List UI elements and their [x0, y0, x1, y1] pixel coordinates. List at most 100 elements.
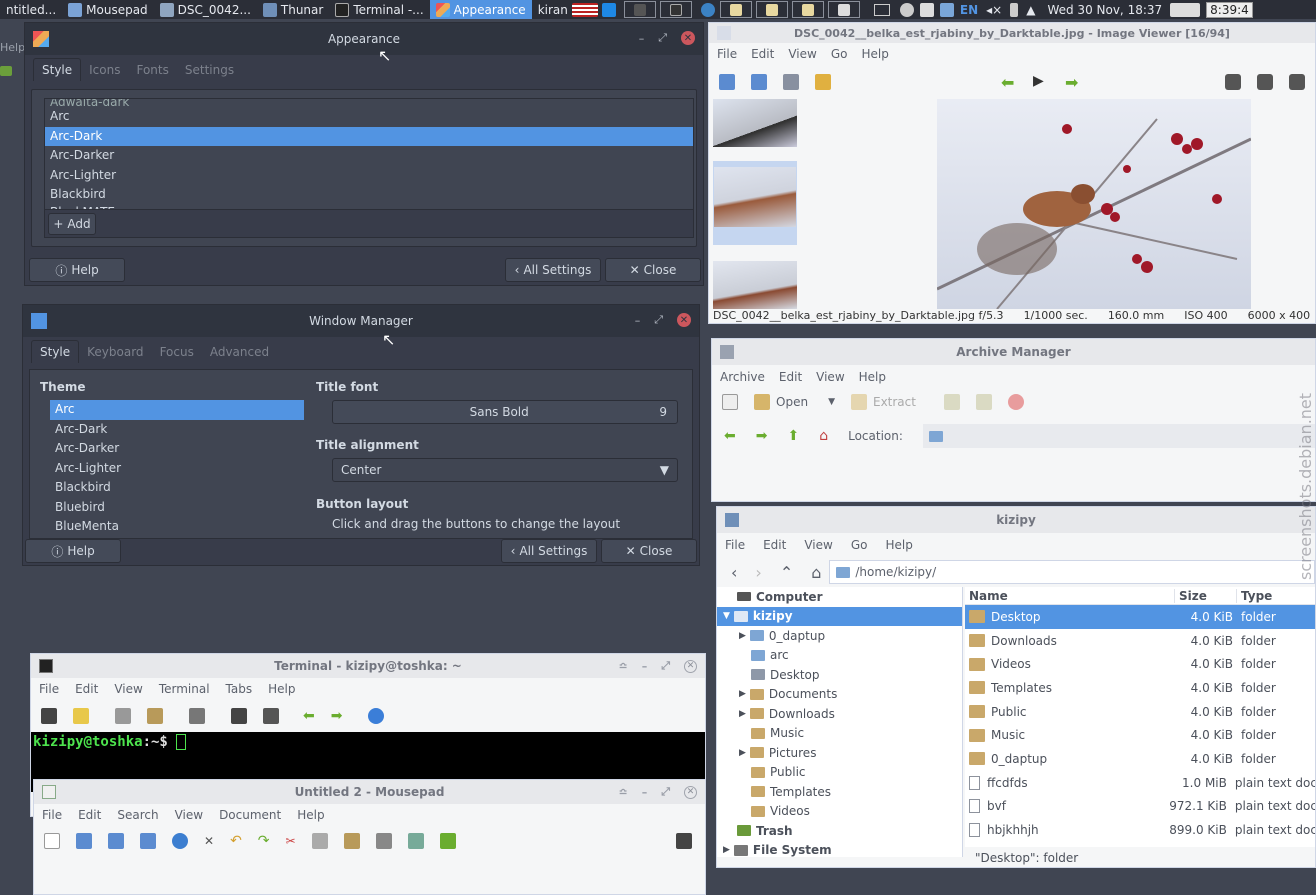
title-font-button[interactable]: Sans Bold 9	[332, 400, 678, 424]
file-row[interactable]: Public 4.0 KiB folder	[965, 700, 1315, 724]
menu-file[interactable]: File	[725, 538, 745, 552]
side-item[interactable]: arc	[717, 646, 962, 666]
thumbnail[interactable]	[713, 99, 797, 147]
menu-view[interactable]: View	[788, 47, 816, 61]
minimize-icon[interactable]: –	[642, 660, 648, 673]
file-row[interactable]: Music 4.0 KiB folder	[965, 723, 1315, 747]
close-icon[interactable]: ✕	[681, 31, 695, 45]
file-row[interactable]: Templates 4.0 KiB folder	[965, 676, 1315, 700]
side-item[interactable]: ▶ 0_daptup	[717, 626, 962, 646]
menu-archive[interactable]: Archive	[720, 370, 765, 384]
close-icon[interactable]: ✕	[684, 785, 697, 799]
file-row[interactable]: ffcdfds 1.0 MiB plain text doc	[965, 771, 1315, 795]
stop-icon[interactable]	[1007, 394, 1024, 410]
new-tab-icon[interactable]	[41, 708, 57, 724]
menu-go[interactable]: Go	[851, 538, 868, 552]
workspace-2[interactable]	[659, 1, 692, 18]
theme-item[interactable]: Arc	[45, 107, 693, 127]
zoom-fit-icon[interactable]	[1289, 74, 1305, 90]
find-icon[interactable]	[189, 708, 205, 724]
zoom-out-icon[interactable]	[1257, 74, 1273, 90]
menu-edit[interactable]: Edit	[779, 370, 802, 384]
print-icon[interactable]	[783, 74, 799, 90]
paste-icon[interactable]	[343, 833, 360, 849]
open-icon[interactable]	[719, 74, 735, 90]
help-button[interactable]: ⓘ Help	[29, 258, 125, 282]
tab-fonts[interactable]: Fonts	[128, 59, 176, 81]
workspace-6[interactable]	[827, 1, 860, 18]
copy-icon[interactable]	[115, 708, 131, 724]
column-size[interactable]: Size	[1175, 588, 1237, 603]
battery-icon[interactable]	[1010, 2, 1019, 17]
file-row-selected[interactable]: Desktop 4.0 KiB folder	[965, 605, 1315, 629]
desktop-icon[interactable]	[873, 3, 890, 16]
path-bar[interactable]: /home/kizipy/	[829, 560, 1315, 584]
forward-icon[interactable]: ➡	[756, 428, 768, 444]
maximize-icon[interactable]: ⤢	[654, 313, 663, 327]
menu-view[interactable]: View	[114, 682, 142, 696]
side-item-computer[interactable]: Computer	[717, 587, 962, 607]
undo-icon[interactable]: ↶	[230, 833, 242, 849]
minimize-icon[interactable]: –	[639, 32, 645, 45]
help-button[interactable]: ⓘ Help	[25, 539, 121, 563]
task-kiran[interactable]: kiran	[532, 0, 622, 19]
globe-icon[interactable]	[696, 1, 720, 18]
side-item[interactable]: ▶ Downloads	[717, 704, 962, 724]
side-item[interactable]: ▶ Pictures	[717, 743, 962, 763]
back-icon[interactable]: ⬅	[724, 428, 736, 444]
wm-theme-item[interactable]: Arc-Dark	[50, 420, 304, 440]
zoom-in-icon[interactable]	[1225, 74, 1241, 90]
menu-help[interactable]: Help	[297, 808, 324, 822]
workspace-3[interactable]	[719, 1, 752, 18]
clock-date[interactable]: Wed 30 Nov, 18:37	[1047, 3, 1162, 17]
side-item-filesystem[interactable]: ▶ File System	[717, 841, 962, 857]
column-name[interactable]: Name	[965, 588, 1175, 603]
menu-tabs[interactable]: Tabs	[226, 682, 253, 696]
fullscreen-icon[interactable]	[231, 708, 247, 724]
volume-icon[interactable]: ◂×	[986, 3, 1002, 17]
all-settings-button[interactable]: ‹ All Settings	[505, 258, 601, 282]
file-row[interactable]: Videos 4.0 KiB folder	[965, 652, 1315, 676]
title-alignment-select[interactable]: Center ▼	[332, 458, 678, 482]
workspace-1[interactable]	[623, 1, 656, 18]
wm-theme-item[interactable]: Blackbird	[50, 478, 304, 498]
clock-time[interactable]: 8:39:4	[1206, 1, 1253, 18]
menu-go[interactable]: Go	[831, 47, 848, 61]
task-thunar[interactable]: Thunar	[257, 0, 329, 19]
task-terminal[interactable]: Terminal -...	[329, 0, 429, 19]
shade-icon[interactable]: ≏	[618, 786, 627, 799]
open-icon[interactable]	[76, 833, 92, 849]
wm-theme-item[interactable]: BlueMenta	[50, 517, 304, 537]
play-icon[interactable]: ▶	[1033, 73, 1044, 89]
menu-file[interactable]: File	[42, 808, 62, 822]
close-doc-icon[interactable]: ✕	[204, 834, 214, 848]
back-icon[interactable]: ‹	[731, 563, 737, 582]
menu-search[interactable]: Search	[117, 808, 158, 822]
minimize-icon[interactable]: –	[635, 314, 641, 327]
side-item[interactable]: Templates	[717, 782, 962, 802]
all-settings-button[interactable]: ‹ All Settings	[501, 539, 597, 563]
theme-item[interactable]: Blackbird	[45, 185, 693, 205]
tab-style[interactable]: Style	[31, 340, 80, 363]
up-icon[interactable]: ⬆	[787, 428, 799, 444]
side-item[interactable]: Music	[717, 724, 962, 744]
wm-theme-item[interactable]: Bluebird	[50, 498, 304, 518]
help-icon[interactable]	[368, 708, 385, 724]
preferences-icon[interactable]	[263, 708, 279, 724]
copy-icon[interactable]	[311, 833, 328, 849]
menu-file[interactable]: File	[39, 682, 59, 696]
menu-help[interactable]: Help	[268, 682, 295, 696]
side-item[interactable]: Public	[717, 763, 962, 783]
workspace-4[interactable]	[755, 1, 788, 18]
task-appearance[interactable]: Appearance	[429, 0, 532, 19]
previous-tab-icon[interactable]: ⬅	[303, 708, 315, 724]
home-icon[interactable]: ⌂	[811, 563, 821, 582]
tab-settings[interactable]: Settings	[177, 59, 242, 81]
side-item[interactable]: Desktop	[717, 665, 962, 685]
tab-advanced[interactable]: Advanced	[202, 341, 277, 363]
home-icon[interactable]: ⌂	[819, 428, 828, 444]
menu-help[interactable]: Help	[861, 47, 888, 61]
side-item[interactable]: Videos	[717, 802, 962, 822]
location-input[interactable]	[922, 424, 1315, 448]
menu-document[interactable]: Document	[219, 808, 281, 822]
